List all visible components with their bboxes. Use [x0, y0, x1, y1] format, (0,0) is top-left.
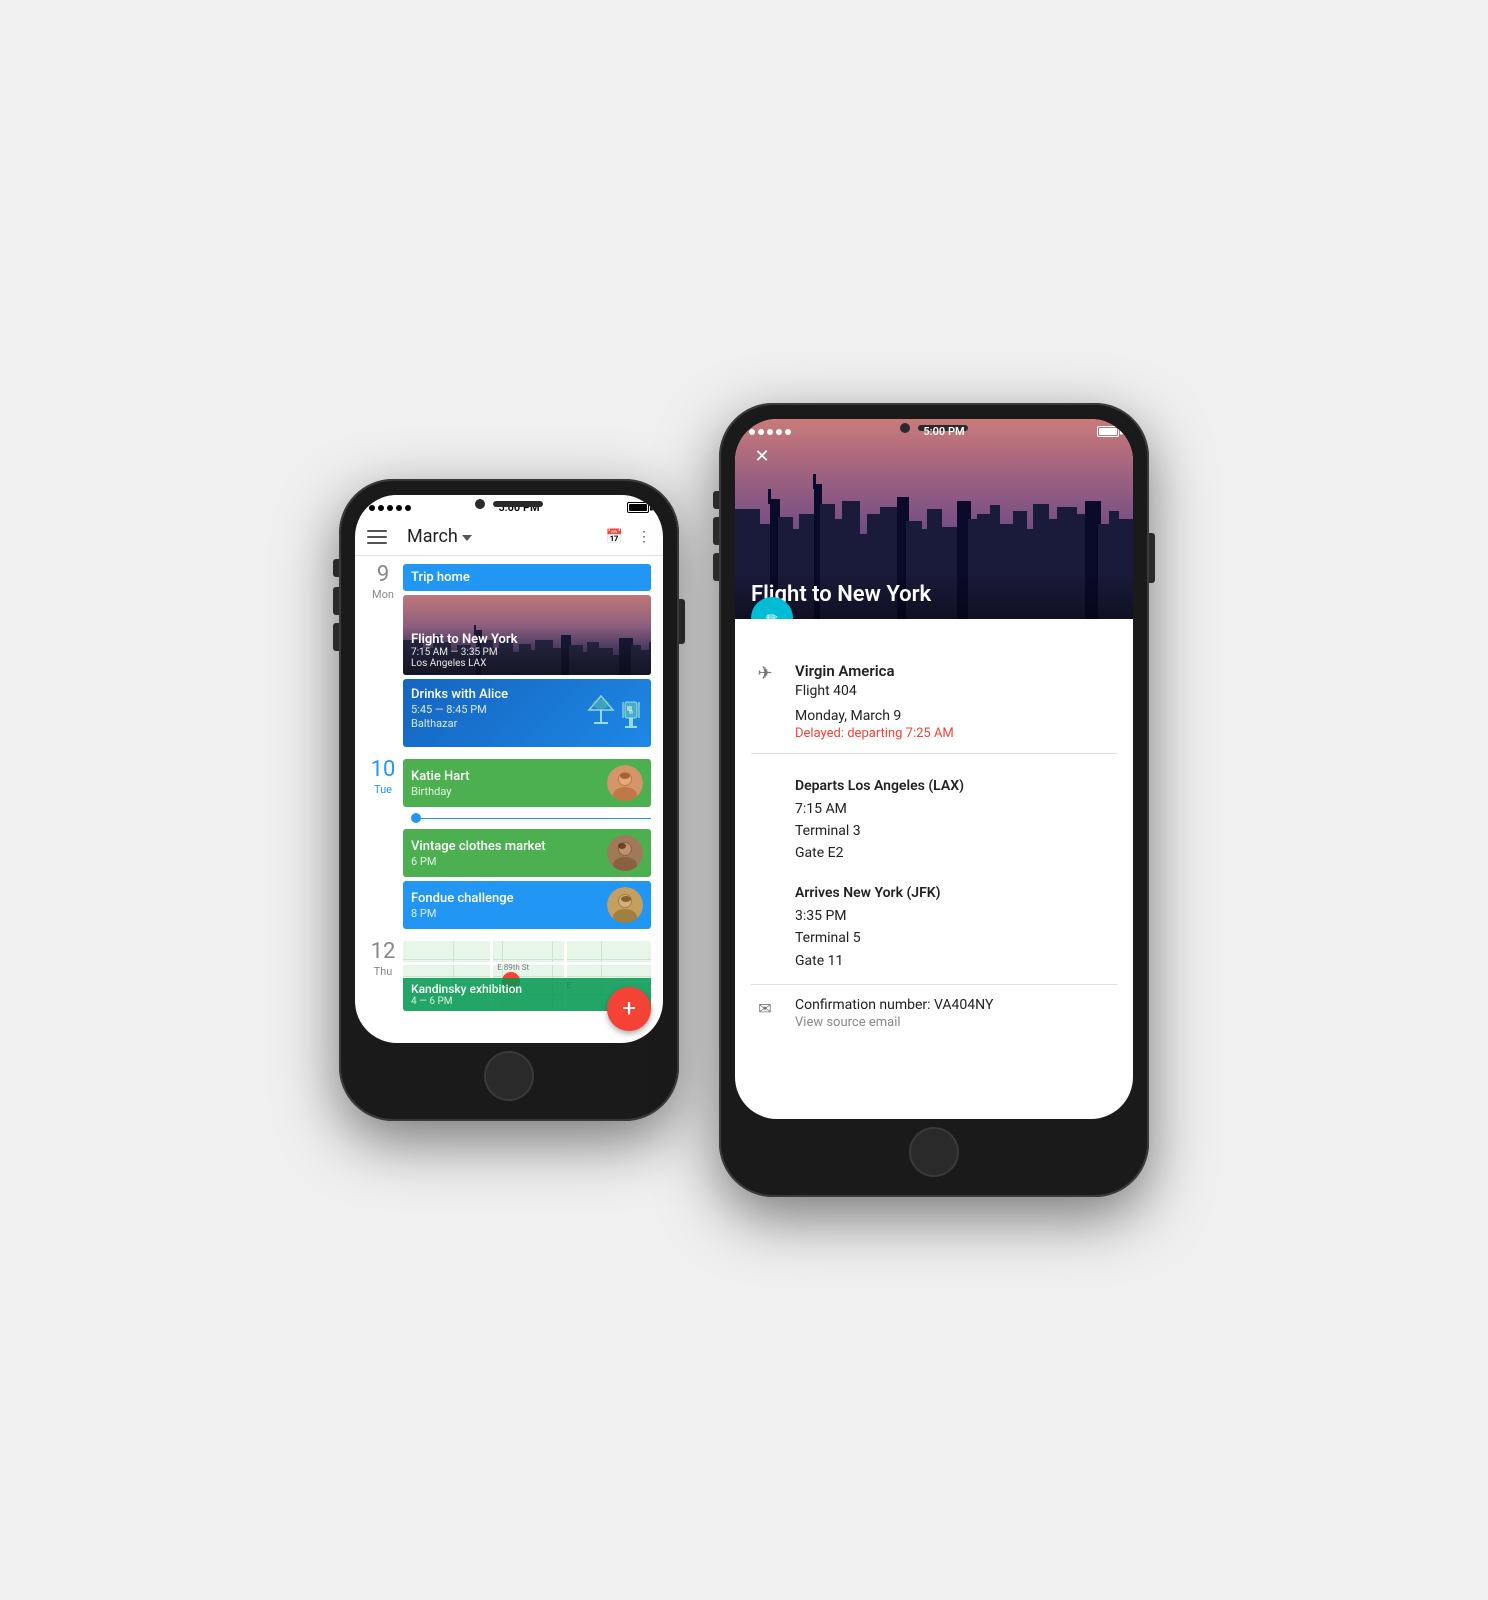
arrives-label: Arrives New York (JFK)	[795, 885, 1117, 901]
departs-gate: Gate E2	[795, 842, 1117, 864]
add-event-fab[interactable]: +	[607, 987, 651, 1031]
volume-down-button[interactable]	[333, 623, 339, 651]
current-time-indicator	[403, 811, 651, 825]
day-label-12: Thu	[374, 965, 393, 978]
vintage-subtitle: 6 PM	[411, 855, 546, 868]
drinks-event[interactable]: Drinks with Alice 5:45 — 8:45 PM Balthaz…	[403, 679, 651, 747]
hero-overlay: Flight to New York	[735, 572, 1133, 619]
day-number-9: 9	[363, 564, 403, 586]
calendar-icon[interactable]: 📅	[606, 529, 623, 545]
calendar-header: March 📅 ⋮	[355, 518, 663, 556]
airline-name: Virgin America	[795, 661, 1117, 682]
volume-down-right[interactable]	[713, 553, 719, 581]
arrives-terminal: Terminal 5	[795, 927, 1117, 949]
right-phone: 5:00 PM	[719, 403, 1149, 1197]
close-button[interactable]: ✕	[747, 441, 777, 471]
flight-event-location: Los Angeles LAX	[411, 658, 643, 669]
fondue-avatar	[607, 887, 643, 923]
vintage-market-event[interactable]: Vintage clothes market 6 PM	[403, 829, 651, 877]
katie-hart-event[interactable]: Katie Hart Birthday	[403, 759, 651, 807]
vintage-avatar	[607, 835, 643, 871]
more-icon[interactable]: ⋮	[637, 529, 651, 545]
calendar-title[interactable]: March	[407, 526, 606, 547]
detail-content: ✈ Virgin America Flight 404 Monday, Marc…	[735, 619, 1133, 1119]
departs-terminal: Terminal 3	[795, 820, 1117, 842]
confirmation-row: ✉ Confirmation number: VA404NY View sour…	[751, 985, 1117, 1042]
departs-label: Departs Los Angeles (LAX)	[795, 778, 1117, 794]
day-label-9: Mon	[372, 588, 394, 601]
fondue-event[interactable]: Fondue challenge 8 PM	[403, 881, 651, 929]
home-button-right[interactable]	[909, 1127, 959, 1177]
event-detail-screen: 5:00 PM	[735, 419, 1133, 1119]
confirmation-content: Confirmation number: VA404NY View source…	[795, 997, 1117, 1030]
day-row-10: 10 Tue Katie Hart Birthday	[355, 751, 663, 933]
volume-up-right[interactable]	[713, 517, 719, 545]
edit-icon: ✏	[766, 610, 778, 619]
right-phone-screen: 5:00 PM	[735, 419, 1133, 1119]
calendar-screen: 5:00 PM March 📅 ⋮	[355, 495, 663, 1043]
day-number-10: 10	[363, 759, 403, 781]
menu-icon[interactable]	[367, 530, 387, 544]
home-button[interactable]	[484, 1051, 534, 1101]
day-10-events: Katie Hart Birthday	[403, 759, 655, 929]
flight-event-title: Flight to New York	[411, 632, 643, 647]
header-icons: 📅 ⋮	[606, 529, 651, 545]
mute-button[interactable]	[333, 559, 339, 577]
detail-battery	[1097, 426, 1119, 437]
signal-dots	[369, 505, 411, 511]
camera	[475, 499, 485, 509]
departure-section: Departs Los Angeles (LAX) 7:15 AM Termin…	[751, 754, 1117, 869]
arrives-gate: Gate 11	[795, 950, 1117, 972]
mute-button-right[interactable]	[713, 491, 719, 509]
volume-up-button[interactable]	[333, 587, 339, 615]
fondue-subtitle: 8 PM	[411, 907, 514, 920]
flight-number: Flight 404	[795, 682, 1117, 702]
katie-hart-subtitle: Birthday	[411, 785, 470, 798]
plus-icon: +	[622, 996, 636, 1020]
view-source-email-link[interactable]: View source email	[795, 1015, 1117, 1030]
vintage-title: Vintage clothes market	[411, 839, 546, 854]
flight-date: Monday, March 9	[795, 708, 1117, 724]
kandinsky-title: Kandinsky exhibition	[411, 982, 643, 996]
mail-icon-container: ✉	[751, 997, 779, 1018]
signal-dots-right	[749, 429, 791, 435]
day-group-10: 10 Tue Katie Hart Birthday	[355, 751, 663, 933]
power-button[interactable]	[679, 599, 685, 644]
day-group-9: 9 Mon Trip home	[355, 556, 663, 751]
day-9-events: Trip home	[403, 564, 655, 747]
plane-icon-container: ✈	[751, 661, 779, 684]
arrival-section: Arrives New York (JFK) 3:35 PM Terminal …	[751, 869, 1117, 984]
event-title: Trip home	[411, 570, 643, 585]
arrives-time: 3:35 PM	[795, 905, 1117, 927]
power-button-right[interactable]	[1149, 533, 1155, 583]
phone-top-bar	[475, 499, 543, 509]
left-phone: 5:00 PM March 📅 ⋮	[339, 479, 679, 1121]
event-detail-title: Flight to New York	[751, 582, 1117, 607]
flight-info-row: ✈ Virgin America Flight 404 Monday, Marc…	[751, 649, 1117, 753]
delayed-status: Delayed: departing 7:25 AM	[795, 726, 1117, 741]
day-number-12: 12	[363, 941, 403, 963]
left-phone-screen: 5:00 PM March 📅 ⋮	[355, 495, 663, 1043]
speaker	[493, 501, 543, 507]
detail-status-time: 5:00 PM	[923, 425, 964, 438]
departs-time: 7:15 AM	[795, 798, 1117, 820]
flight-details: Virgin America Flight 404 Monday, March …	[795, 661, 1117, 741]
katie-avatar	[607, 765, 643, 801]
katie-hart-title: Katie Hart	[411, 769, 470, 784]
flight-event-time: 7:15 AM — 3:35 PM	[411, 647, 643, 658]
hero-image: 5:00 PM	[735, 419, 1133, 619]
confirmation-number: Confirmation number: VA404NY	[795, 997, 1117, 1013]
flight-event[interactable]: Flight to New York 7:15 AM — 3:35 PM Los…	[403, 595, 651, 675]
detail-status-bar: 5:00 PM	[735, 419, 1133, 442]
fondue-title: Fondue challenge	[411, 891, 514, 906]
calendar-list: 9 Mon Trip home	[355, 556, 663, 1043]
battery-indicator	[627, 502, 649, 513]
chevron-down-icon	[462, 535, 472, 541]
plane-icon: ✈	[757, 663, 772, 684]
mail-icon: ✉	[758, 999, 771, 1018]
day-row-9: 9 Mon Trip home	[355, 556, 663, 751]
trip-home-event[interactable]: Trip home	[403, 564, 651, 591]
day-label-10: Tue	[374, 783, 392, 796]
drinks-decoration	[587, 694, 643, 732]
